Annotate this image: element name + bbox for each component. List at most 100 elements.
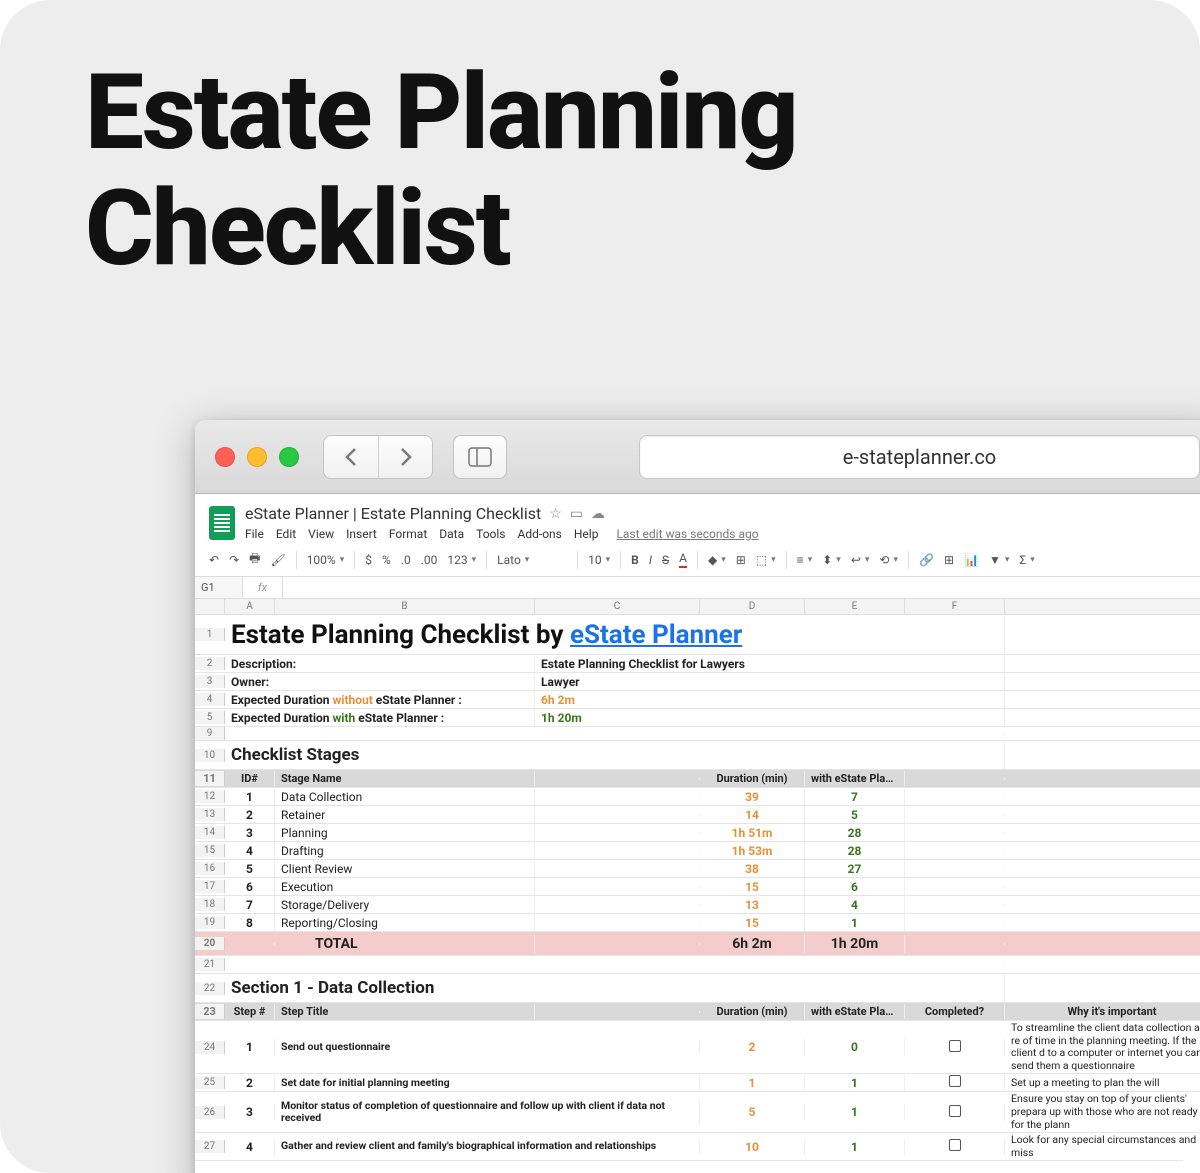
menu-file[interactable]: File xyxy=(245,527,264,541)
print-button[interactable]: 🖶 xyxy=(249,549,260,570)
stages-heading: Checklist Stages xyxy=(225,741,1005,769)
hdr-stage-name: Stage Name xyxy=(275,771,535,786)
minimize-window-icon[interactable] xyxy=(247,447,267,467)
hdr-id: ID# xyxy=(225,771,275,786)
row-num[interactable]: 27 xyxy=(195,1140,225,1153)
completed-checkbox[interactable] xyxy=(905,1074,1005,1091)
menu-view[interactable]: View xyxy=(308,527,334,541)
completed-checkbox[interactable] xyxy=(905,1039,1005,1056)
decrease-decimal-button[interactable]: .0 xyxy=(401,553,411,567)
back-button[interactable] xyxy=(324,436,378,478)
bold-button[interactable]: B xyxy=(631,553,639,567)
formula-input[interactable] xyxy=(283,584,1200,592)
row-num[interactable]: 2 xyxy=(195,657,225,670)
comment-button[interactable]: ⊞ xyxy=(944,553,954,567)
cloud-icon[interactable]: ☁ xyxy=(591,506,605,522)
col-a[interactable]: A xyxy=(225,599,275,614)
font-size-select[interactable]: 10 ▾ xyxy=(588,553,610,567)
menu-insert[interactable]: Insert xyxy=(346,527,377,541)
row-num[interactable]: 5 xyxy=(195,711,225,724)
paint-format-button[interactable]: 🖌 xyxy=(270,553,285,567)
link-button[interactable]: 🔗 xyxy=(919,553,934,567)
row-num[interactable]: 12 xyxy=(195,790,225,803)
stage-id: 1 xyxy=(225,789,275,805)
completed-checkbox[interactable] xyxy=(905,1138,1005,1155)
url-bar[interactable]: e-stateplanner.co xyxy=(639,435,1200,479)
stage-with: 7 xyxy=(805,789,905,805)
wrap-button[interactable]: ↩ ▾ xyxy=(851,553,870,567)
row-num[interactable]: 26 xyxy=(195,1106,225,1119)
row-num[interactable]: 23 xyxy=(195,1004,225,1019)
chart-button[interactable]: 📊 xyxy=(964,553,979,567)
row-num[interactable]: 18 xyxy=(195,898,225,911)
increase-decimal-button[interactable]: .00 xyxy=(421,553,438,567)
font-select[interactable]: Lato ▾ xyxy=(497,553,567,567)
hdr-step: Step # xyxy=(225,1004,275,1019)
col-d[interactable]: D xyxy=(700,599,805,614)
completed-checkbox[interactable] xyxy=(905,1104,1005,1121)
close-window-icon[interactable] xyxy=(215,447,235,467)
stage-name: Execution xyxy=(275,879,535,895)
undo-button[interactable]: ↶ xyxy=(209,553,219,567)
hdr-step-title: Step Title xyxy=(275,1004,535,1019)
row-num[interactable]: 13 xyxy=(195,808,225,821)
row-num[interactable]: 10 xyxy=(195,749,225,762)
rotate-button[interactable]: ⟲ ▾ xyxy=(879,553,898,567)
halign-button[interactable]: ≡ ▾ xyxy=(797,553,813,567)
menu-help[interactable]: Help xyxy=(574,527,599,541)
text-color-button[interactable]: A xyxy=(679,551,687,568)
menu-edit[interactable]: Edit xyxy=(276,527,296,541)
row-num[interactable]: 19 xyxy=(195,916,225,929)
stage-name: Client Review xyxy=(275,861,535,877)
doc-title[interactable]: eState Planner | Estate Planning Checkli… xyxy=(245,504,541,523)
last-edit-link[interactable]: Last edit was seconds ago xyxy=(616,527,758,541)
col-f[interactable]: F xyxy=(905,599,1005,614)
fill-color-button[interactable]: ◆ ▾ xyxy=(708,553,726,567)
row-num[interactable]: 16 xyxy=(195,862,225,875)
row-num[interactable]: 24 xyxy=(195,1041,225,1054)
estate-planner-link[interactable]: eState Planner xyxy=(570,620,742,650)
valign-button[interactable]: ⬍ ▾ xyxy=(822,553,841,567)
percent-button[interactable]: % xyxy=(382,553,391,567)
number-format-select[interactable]: 123 ▾ xyxy=(447,553,476,567)
currency-button[interactable]: $ xyxy=(365,553,372,567)
row-num[interactable]: 25 xyxy=(195,1076,225,1089)
row-num[interactable]: 20 xyxy=(195,937,225,950)
zoom-select[interactable]: 100% ▾ xyxy=(307,553,345,567)
name-box[interactable]: G1 xyxy=(195,577,243,598)
hdr-why: Why it's important xyxy=(1005,1004,1200,1019)
row-num[interactable]: 1 xyxy=(195,628,225,641)
functions-button[interactable]: Σ ▾ xyxy=(1019,553,1034,567)
row-num[interactable]: 15 xyxy=(195,844,225,857)
col-c[interactable]: C xyxy=(535,599,700,614)
borders-button[interactable]: ⊞ xyxy=(736,553,746,567)
merge-button[interactable]: ⬚ ▾ xyxy=(756,553,776,567)
menu-data[interactable]: Data xyxy=(439,527,464,541)
col-b[interactable]: B xyxy=(275,599,535,614)
row-num[interactable]: 9 xyxy=(195,727,225,740)
redo-button[interactable]: ↷ xyxy=(229,553,239,567)
stage-id: 3 xyxy=(225,825,275,841)
star-icon[interactable]: ☆ xyxy=(549,506,562,522)
row-num[interactable]: 17 xyxy=(195,880,225,893)
row-num[interactable]: 4 xyxy=(195,693,225,706)
italic-button[interactable]: I xyxy=(649,553,652,567)
row-num[interactable]: 3 xyxy=(195,675,225,688)
row-num[interactable]: 22 xyxy=(195,982,225,995)
menu-addons[interactable]: Add-ons xyxy=(518,527,562,541)
stage-id: 7 xyxy=(225,897,275,913)
traffic-lights xyxy=(215,447,299,467)
strikethrough-button[interactable]: S xyxy=(662,553,669,567)
col-e[interactable]: E xyxy=(805,599,905,614)
menu-format[interactable]: Format xyxy=(389,527,427,541)
row-num[interactable]: 14 xyxy=(195,826,225,839)
move-icon[interactable]: ▭ xyxy=(570,506,583,522)
menu-tools[interactable]: Tools xyxy=(476,527,505,541)
row-num[interactable]: 11 xyxy=(195,771,225,786)
sidebar-toggle-button[interactable] xyxy=(453,435,507,479)
filter-button[interactable]: ▼ ▾ xyxy=(989,553,1009,567)
zoom-window-icon[interactable] xyxy=(279,447,299,467)
spreadsheet[interactable]: A B C D E F 1 Estate Planning Checklist … xyxy=(195,599,1200,1161)
forward-button[interactable] xyxy=(378,436,432,478)
row-num[interactable]: 21 xyxy=(195,958,225,971)
